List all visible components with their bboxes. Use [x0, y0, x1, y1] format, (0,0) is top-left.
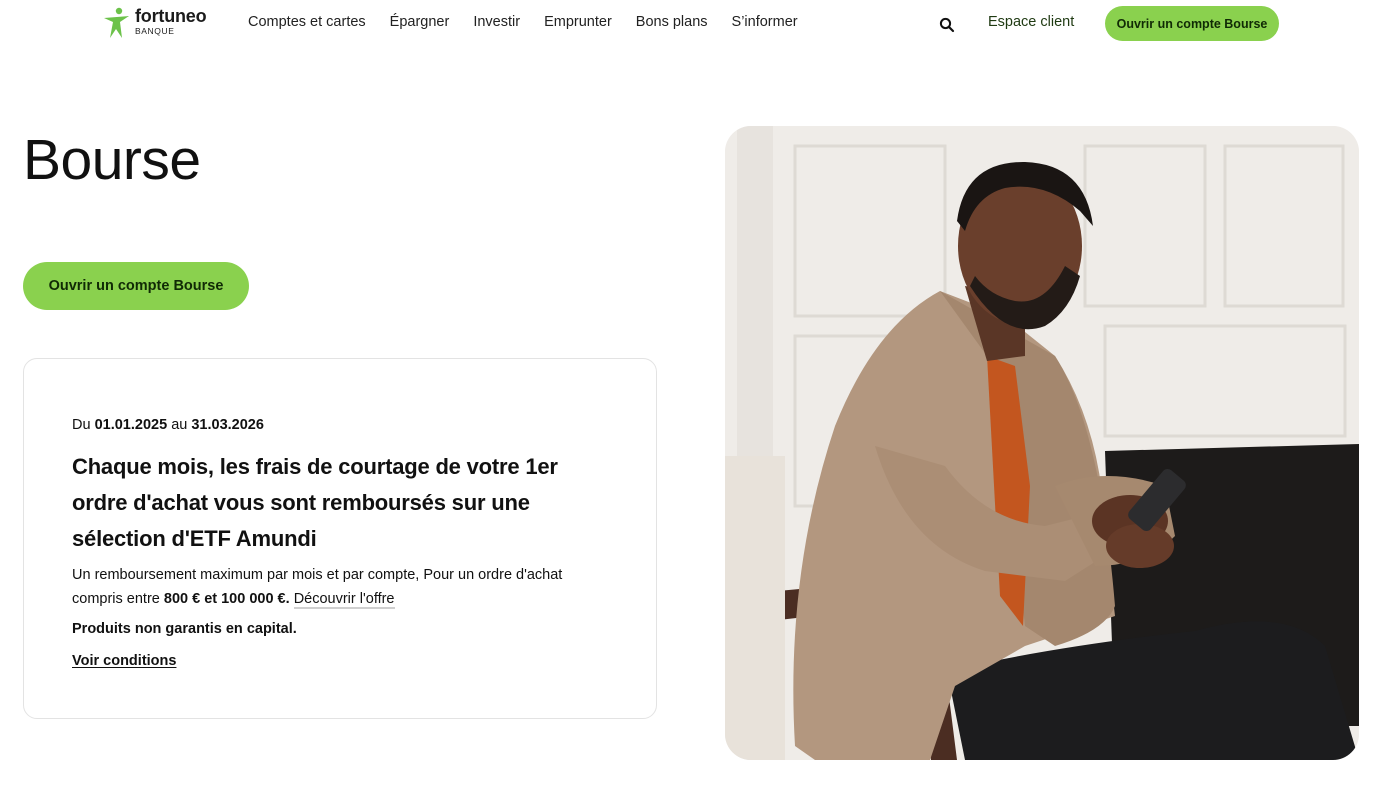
fortuneo-logo[interactable]: fortuneo BANQUE [102, 6, 207, 39]
open-account-button-header[interactable]: Ouvrir un compte Bourse [1105, 6, 1279, 41]
main-nav: Comptes et cartes Épargner Investir Empr… [248, 14, 822, 30]
site-header: fortuneo BANQUE Comptes et cartes Épargn… [0, 0, 1379, 48]
offer-period: Du 01.01.2025 au 31.03.2026 [72, 415, 592, 435]
nav-item-comptes[interactable]: Comptes et cartes [248, 14, 366, 30]
search-icon [939, 17, 955, 33]
offer-content: Du 01.01.2025 au 31.03.2026 Chaque mois,… [72, 415, 592, 671]
open-account-button[interactable]: Ouvrir un compte Bourse [23, 262, 249, 310]
period-mid: au [171, 417, 188, 433]
logo-subtitle: BANQUE [135, 26, 175, 36]
offer-headline: Chaque mois, les frais de courtage de vo… [72, 454, 558, 551]
logo-wordmark: fortuneo [135, 6, 207, 26]
offer-description: Un remboursement maximum par mois et par… [72, 563, 592, 611]
search-button[interactable] [938, 16, 956, 34]
page-title: Bourse [23, 128, 201, 192]
period-prefix: Du [72, 417, 91, 433]
nav-item-emprunter[interactable]: Emprunter [544, 14, 612, 30]
nav-item-sinformer[interactable]: S’informer [732, 14, 798, 30]
hero-photo [725, 126, 1359, 760]
nav-item-investir[interactable]: Investir [473, 14, 520, 30]
conditions-link[interactable]: Voir conditions [72, 651, 176, 671]
logo-text: fortuneo BANQUE [135, 6, 207, 36]
nav-item-epargner[interactable]: Épargner [390, 14, 450, 30]
offer-card: Du 01.01.2025 au 31.03.2026 Chaque mois,… [23, 358, 657, 719]
espace-client-link[interactable]: Espace client [988, 14, 1074, 30]
discover-offer-link[interactable]: Découvrir l'offre [293, 591, 395, 609]
capital-warning: Produits non garantis en capital. [72, 621, 297, 637]
nav-item-bons-plans[interactable]: Bons plans [636, 14, 708, 30]
offer-amount: 800 € et 100 000 €. [163, 591, 290, 607]
hero-illustration [725, 126, 1359, 760]
period-start: 01.01.2025 [94, 417, 168, 433]
period-end: 31.03.2026 [191, 417, 264, 433]
logo-figure-icon [104, 7, 129, 38]
